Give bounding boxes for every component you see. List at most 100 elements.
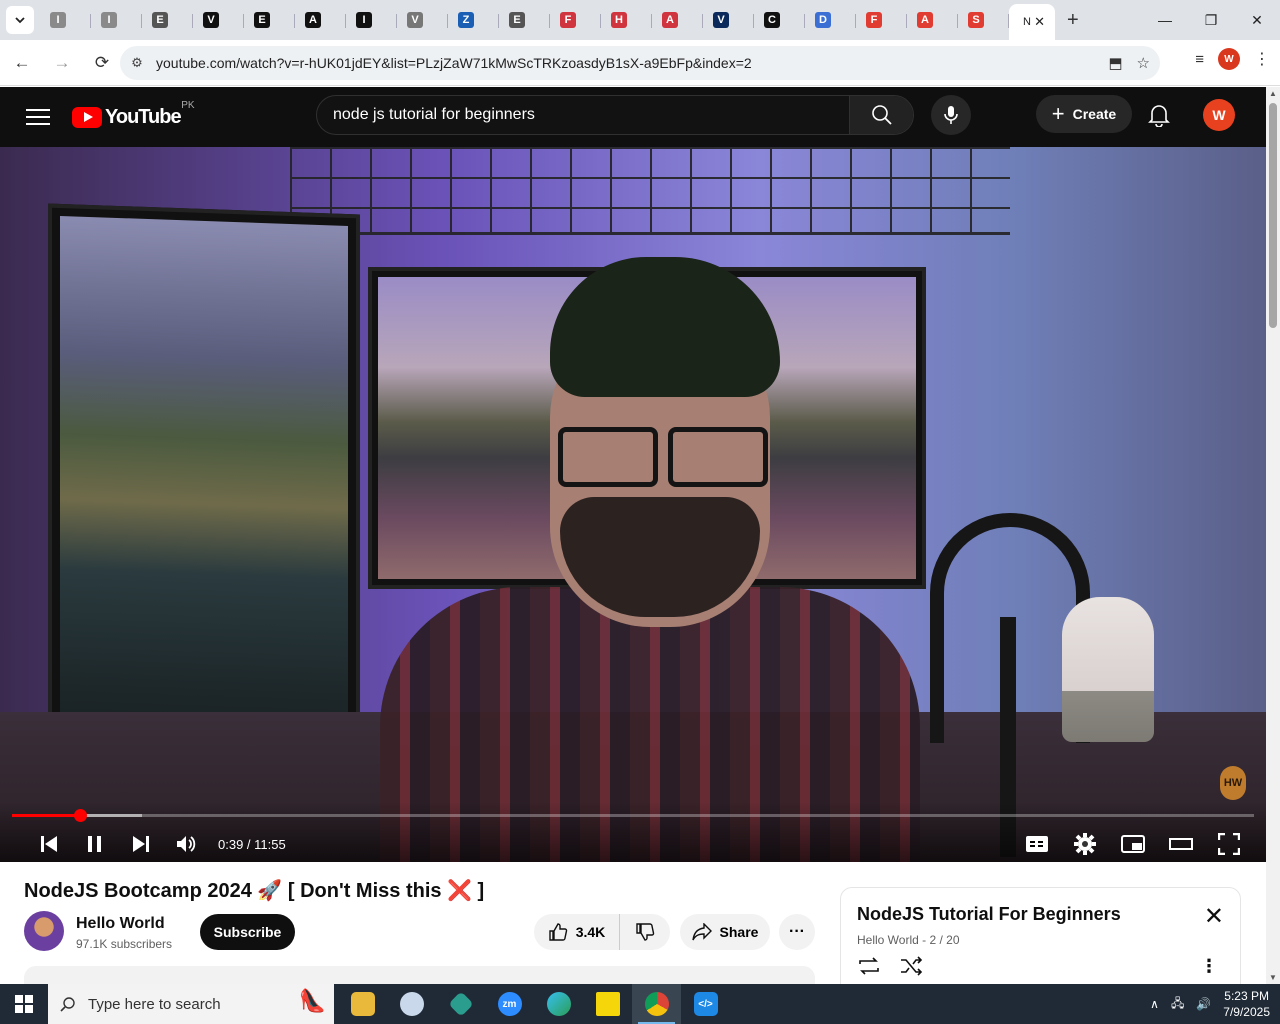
browser-menu-icon[interactable]: ⋮ bbox=[1254, 49, 1270, 69]
search-button[interactable] bbox=[849, 96, 913, 134]
browser-tab[interactable]: I bbox=[91, 4, 142, 36]
taskbar-app-diamond[interactable] bbox=[436, 984, 485, 1024]
taskbar-file-explorer[interactable] bbox=[338, 984, 387, 1024]
browser-tab[interactable]: E bbox=[244, 4, 295, 36]
browser-tab[interactable]: Z bbox=[448, 4, 499, 36]
sticky-note-icon bbox=[595, 992, 620, 1016]
tab-favicon-icon: F bbox=[560, 12, 576, 28]
close-playlist-icon[interactable]: ✕ bbox=[1204, 902, 1224, 931]
browser-tab[interactable]: E bbox=[499, 4, 550, 36]
reload-button[interactable]: ⟳ bbox=[84, 45, 120, 81]
browser-tab[interactable]: I bbox=[346, 4, 397, 36]
channel-avatar[interactable] bbox=[24, 911, 64, 951]
restore-button[interactable]: ❐ bbox=[1188, 0, 1234, 40]
taskbar-app-edge[interactable] bbox=[534, 984, 583, 1024]
minimize-button[interactable]: — bbox=[1142, 0, 1188, 40]
browser-tab[interactable]: A bbox=[652, 4, 703, 36]
tab-search-button[interactable] bbox=[6, 6, 34, 34]
site-info-icon[interactable]: ⚙ bbox=[120, 55, 154, 71]
clock-time: 5:23 PM bbox=[1224, 989, 1269, 1003]
share-label: Share bbox=[719, 924, 759, 940]
search-input[interactable] bbox=[317, 96, 849, 134]
clock[interactable]: 5:23 PM 7/9/2025 bbox=[1223, 988, 1270, 1020]
new-tab-button[interactable]: + bbox=[1067, 9, 1079, 32]
video-player[interactable]: HW 0:39 / 11:55 bbox=[0, 147, 1266, 862]
previous-button[interactable] bbox=[26, 828, 72, 860]
taskbar-app-paint[interactable] bbox=[387, 984, 436, 1024]
browser-tab[interactable]: A bbox=[295, 4, 346, 36]
forward-button[interactable]: → bbox=[44, 45, 80, 81]
browser-tab[interactable]: F bbox=[856, 4, 907, 36]
share-button[interactable]: Share bbox=[680, 914, 770, 950]
bookmark-star-icon[interactable]: ☆ bbox=[1137, 54, 1150, 72]
install-app-icon[interactable]: ⬒ bbox=[1108, 54, 1122, 72]
thumbs-up-icon bbox=[549, 923, 567, 941]
windows-logo-icon bbox=[15, 995, 33, 1013]
playlist-menu-icon[interactable]: ⋮ bbox=[1200, 956, 1218, 977]
fullscreen-button[interactable] bbox=[1206, 828, 1252, 860]
taskbar-app-chrome[interactable] bbox=[632, 984, 681, 1024]
media-controls-icon[interactable]: ≡ bbox=[1195, 51, 1204, 68]
scroll-thumb[interactable] bbox=[1269, 103, 1277, 328]
browser-tab[interactable]: D bbox=[805, 4, 856, 36]
browser-tab[interactable]: V bbox=[193, 4, 244, 36]
pause-button[interactable] bbox=[72, 828, 118, 860]
close-tab-icon[interactable]: ✕ bbox=[1034, 14, 1045, 30]
speaker-icon[interactable]: 🔊 bbox=[1196, 997, 1211, 1011]
browser-tab[interactable]: V bbox=[397, 4, 448, 36]
channel-name[interactable]: Hello World bbox=[76, 915, 165, 933]
browser-tab[interactable]: F bbox=[550, 4, 601, 36]
browser-tab[interactable]: I bbox=[40, 4, 91, 36]
scrubber-handle[interactable] bbox=[73, 809, 87, 822]
dislike-button[interactable] bbox=[620, 922, 670, 942]
taskbar-app-zoom[interactable]: zm bbox=[485, 984, 534, 1024]
zoom-icon: zm bbox=[497, 992, 522, 1016]
browser-tab[interactable]: A bbox=[907, 4, 958, 36]
subscribe-button[interactable]: Subscribe bbox=[200, 914, 295, 950]
network-icon[interactable]: 🖧 bbox=[1171, 994, 1184, 1015]
menu-icon[interactable] bbox=[26, 109, 50, 125]
volume-button[interactable] bbox=[164, 828, 210, 860]
next-button[interactable] bbox=[118, 828, 164, 860]
address-bar[interactable]: ⚙ youtube.com/watch?v=r-hUK01jdEY&list=P… bbox=[120, 46, 1160, 80]
youtube-logo[interactable]: YouTube PK bbox=[72, 100, 195, 129]
url-text[interactable]: youtube.com/watch?v=r-hUK01jdEY&list=PLz… bbox=[156, 55, 752, 71]
like-button[interactable]: 3.4K bbox=[534, 914, 620, 950]
notifications-button[interactable] bbox=[1148, 103, 1170, 132]
browser-tab[interactable]: C bbox=[754, 4, 805, 36]
page-scrollbar[interactable]: ▲ ▼ bbox=[1266, 87, 1280, 984]
miniplayer-button[interactable] bbox=[1110, 828, 1156, 860]
browser-tab[interactable]: V bbox=[703, 4, 754, 36]
theater-mode-button[interactable] bbox=[1158, 828, 1204, 860]
tab-active[interactable]: N ✕ bbox=[1009, 4, 1055, 40]
account-avatar[interactable]: W bbox=[1203, 99, 1235, 131]
taskbar-search[interactable]: Type here to search 👠 bbox=[48, 984, 334, 1024]
taskbar-app-vscode[interactable]: </> bbox=[681, 984, 730, 1024]
channel-watermark[interactable]: HW bbox=[1220, 766, 1246, 800]
tab-favicon-icon: A bbox=[662, 12, 678, 28]
close-window-button[interactable]: ✕ bbox=[1234, 0, 1280, 40]
more-actions-button[interactable]: ··· bbox=[779, 914, 815, 950]
shuffle-playlist-button[interactable] bbox=[899, 956, 923, 981]
bell-icon bbox=[1148, 105, 1170, 128]
scroll-up-icon[interactable]: ▲ bbox=[1269, 89, 1277, 98]
browser-tab[interactable]: E bbox=[142, 4, 193, 36]
settings-button[interactable] bbox=[1062, 828, 1108, 860]
playlist-title[interactable]: NodeJS Tutorial For Beginners bbox=[857, 904, 1121, 925]
taskbar-app-sticky-notes[interactable] bbox=[583, 984, 632, 1024]
voice-search-button[interactable] bbox=[931, 95, 971, 135]
scroll-down-icon[interactable]: ▼ bbox=[1269, 973, 1277, 982]
tab-favicon-icon: A bbox=[305, 12, 321, 28]
captions-button[interactable] bbox=[1014, 828, 1060, 860]
create-button[interactable]: + Create bbox=[1036, 95, 1132, 133]
create-label: Create bbox=[1072, 106, 1117, 122]
browser-tab[interactable]: H bbox=[601, 4, 652, 36]
browser-profile-avatar[interactable]: W bbox=[1218, 48, 1240, 70]
back-button[interactable]: ← bbox=[4, 45, 40, 81]
progress-bar[interactable] bbox=[12, 809, 1254, 822]
show-hidden-icons[interactable]: ∧ bbox=[1150, 997, 1159, 1011]
loop-playlist-button[interactable] bbox=[857, 956, 881, 981]
browser-tab[interactable]: S bbox=[958, 4, 1009, 36]
description-box[interactable] bbox=[24, 966, 815, 984]
start-button[interactable] bbox=[0, 984, 48, 1024]
